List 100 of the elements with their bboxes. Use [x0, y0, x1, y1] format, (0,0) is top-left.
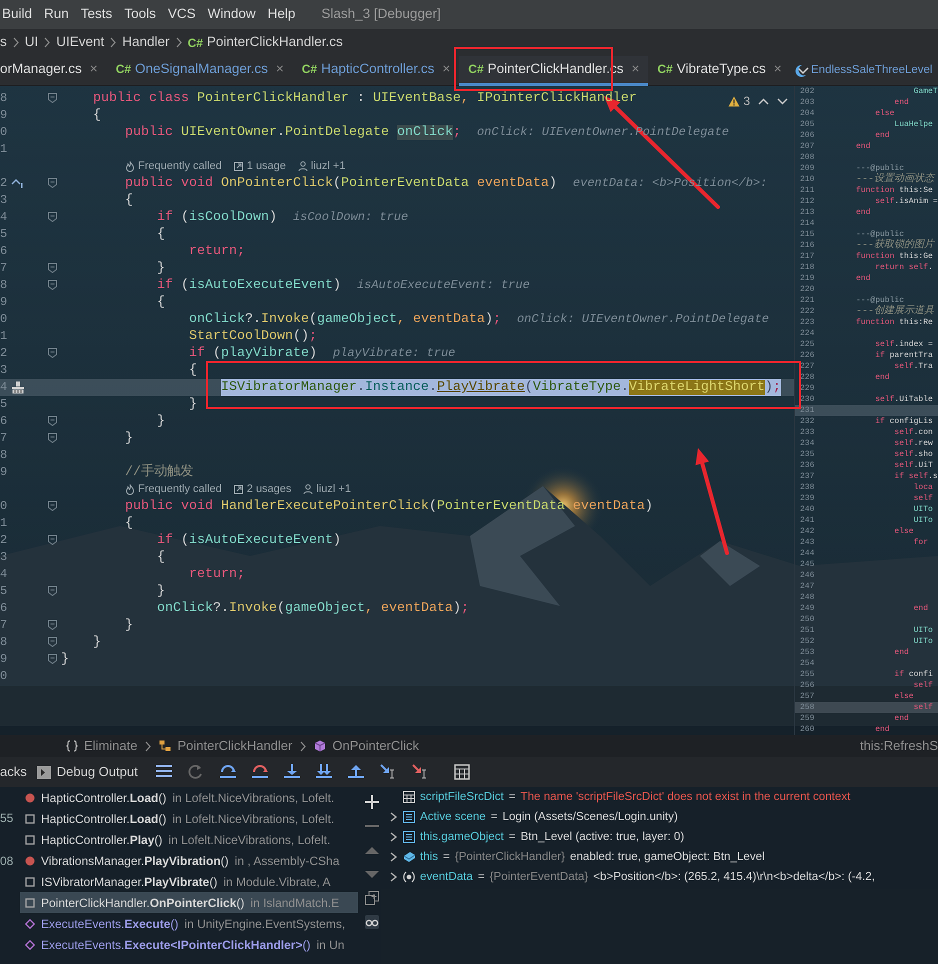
run-to-cursor-icon[interactable]: [380, 764, 396, 780]
code-line: end: [856, 141, 870, 152]
code-lens-link[interactable]: 2 usages: [234, 481, 292, 498]
line-number: 221: [799, 295, 816, 306]
close-tab-button[interactable]: ×: [276, 58, 284, 80]
close-tab-button[interactable]: ×: [90, 58, 98, 80]
close-tab-button[interactable]: ×: [442, 58, 450, 80]
line-number: 5: [0, 226, 8, 243]
chevron-down-icon[interactable]: [796, 66, 809, 74]
code-line: for: [914, 537, 928, 548]
breadcrumb-item[interactable]: OnPointerClick: [314, 736, 420, 756]
add-icon[interactable]: [364, 795, 378, 809]
chevron-up-icon[interactable]: [758, 98, 769, 104]
line-number: 6: [0, 600, 8, 617]
line-number: 205: [799, 119, 816, 130]
code-line: function this:Re: [856, 317, 933, 328]
line-number: 247: [799, 581, 816, 592]
run-to-cursor-icon[interactable]: [412, 764, 428, 780]
panel-tab[interactable]: acks: [0, 762, 27, 782]
duplicate-icon[interactable]: [364, 891, 378, 905]
file-type-label: C#: [302, 61, 318, 78]
variable-row[interactable]: eventData = {PointerEventData} <b>Position</b>: (265.2, 415.4)\r\n<b>delta</b>: (-4.2,: [389, 867, 938, 887]
code-line: else: [875, 108, 894, 119]
code-lens-link[interactable]: liuzl +1: [303, 481, 351, 498]
code-lens-link[interactable]: Frequently called: [124, 481, 222, 498]
menu-icon[interactable]: [156, 764, 172, 780]
stack-frame[interactable]: HapticController.Load() in Lofelt.NiceVibrations, Lofelt.: [20, 808, 358, 829]
line-number: 4: [0, 209, 8, 226]
code-line: return;: [188, 566, 245, 583]
line-number: 216: [799, 240, 816, 251]
code-line: }: [61, 651, 69, 668]
code-line: UITo: [914, 515, 933, 526]
code-lens-link[interactable]: Frequently called: [124, 158, 222, 175]
breadcrumb-item[interactable]: UIEvent: [56, 32, 104, 53]
chevron-right-icon: [110, 37, 116, 48]
line-number: 210: [799, 174, 816, 185]
code-line: public void OnPointerClick(PointerEventData eventData): [124, 175, 557, 192]
variable-row[interactable]: Active scene = Login (Assets/Scenes/Login.unity): [389, 807, 938, 827]
line-number: 0: [0, 311, 8, 328]
file-type-label: C#: [116, 61, 132, 78]
close-tab-button[interactable]: ×: [774, 58, 782, 80]
breadcrumb-item[interactable]: C# PointerClickHandler.cs: [188, 32, 343, 53]
chevron-down-icon[interactable]: [777, 98, 788, 104]
menu-item[interactable]: VCS: [168, 4, 196, 25]
step-into-icon[interactable]: [284, 764, 300, 780]
code-line: if (isAutoExecuteEvent): [156, 532, 341, 549]
close-tab-button[interactable]: ×: [631, 58, 640, 80]
line-number: 227: [799, 361, 816, 372]
code-line: ---获取锁的图片: [856, 240, 934, 251]
code-line: end: [856, 207, 870, 218]
code-line: onClick?.Invoke(gameObject, eventData);: [188, 311, 501, 328]
menu-item[interactable]: Tests: [80, 4, 112, 25]
line-number: 5: [0, 396, 8, 413]
glasses-icon[interactable]: [364, 915, 378, 929]
code-line: if self.s: [894, 471, 938, 482]
editor-tab[interactable]: C# VibrateType.cs ×: [648, 56, 791, 86]
breadcrumb-item[interactable]: UI: [24, 32, 38, 53]
code-lens-link[interactable]: 1 usage: [234, 158, 286, 175]
code-line: UITo: [914, 504, 933, 515]
inline-hint: isCoolDown: true: [292, 209, 408, 226]
line-number: 237: [799, 471, 816, 482]
warnings-indicator[interactable]: 3: [728, 92, 750, 110]
editor-tab[interactable]: orManager.cs ×: [0, 56, 107, 86]
panel-tab[interactable]: Debug Output: [36, 762, 138, 782]
menu-item[interactable]: Help: [268, 4, 296, 25]
list-icon: [403, 811, 415, 823]
stack-frame[interactable]: ISVibratorManager.PlayVibrate() in Module.Vibrate, A: [20, 871, 358, 892]
variable-row[interactable]: scriptFileSrcDict = The name 'scriptFileSrcDict' does not exist in the current context: [389, 787, 938, 807]
code-line: }: [156, 583, 165, 600]
stack-frame[interactable]: HapticController.Load() in Lofelt.NiceVibrations, Lofelt.: [20, 787, 358, 808]
breadcrumb-item[interactable]: this:RefreshS: [860, 736, 938, 756]
step-over-icon[interactable]: [220, 764, 236, 780]
stack-frame[interactable]: ExecuteEvents.Execute<IPointerClickHandler>() in Un: [20, 934, 358, 955]
stack-frame[interactable]: PointerClickHandler.OnPointerClick() in IslandMatch.E: [20, 892, 358, 913]
editor-tab[interactable]: C# HapticController.cs ×: [292, 56, 460, 86]
editor-tab[interactable]: EndlessSaleThreeLevel: [811, 62, 932, 80]
rerun-icon[interactable]: [188, 764, 204, 780]
force-step-into-icon[interactable]: [316, 764, 332, 780]
breadcrumb-item[interactable]: Handler: [122, 32, 170, 53]
editor-tab[interactable]: C# OneSignalManager.cs ×: [106, 56, 293, 86]
breadcrumb-item[interactable]: PointerClickHandler: [159, 736, 292, 756]
code-line: return;: [188, 243, 245, 260]
menu-item[interactable]: Build: [2, 4, 32, 25]
menu-item[interactable]: Run: [44, 4, 69, 25]
code-lens-link[interactable]: liuzl +1: [298, 158, 346, 175]
code-line: self.con: [894, 427, 933, 438]
breakpoint-icon: [25, 856, 35, 866]
breadcrumb-item[interactable]: s: [0, 32, 7, 53]
stack-frame[interactable]: ExecuteEvents.Execute() in UnityEngine.EventSystems,: [20, 913, 358, 934]
variable-row[interactable]: this.gameObject = Btn_Level (active: true, layer: 0): [389, 827, 938, 847]
stack-frame[interactable]: HapticController.Play() in Lofelt.NiceVibrations, Lofelt.: [20, 829, 358, 850]
console-icon: [36, 766, 51, 778]
stack-frame[interactable]: VibrationsManager.PlayVibration() in , Assembly-CSha: [20, 850, 358, 871]
code-line: //手动触发: [124, 464, 193, 481]
step-out-icon[interactable]: [348, 764, 364, 780]
step-over-icon[interactable]: [252, 764, 268, 780]
breadcrumb-item[interactable]: Eliminate: [66, 736, 138, 756]
menu-item[interactable]: Tools: [124, 4, 156, 25]
variable-row[interactable]: this = {PointerClickHandler} enabled: true, gameObject: Btn_Level: [389, 847, 938, 867]
menu-item[interactable]: Window: [208, 4, 256, 25]
